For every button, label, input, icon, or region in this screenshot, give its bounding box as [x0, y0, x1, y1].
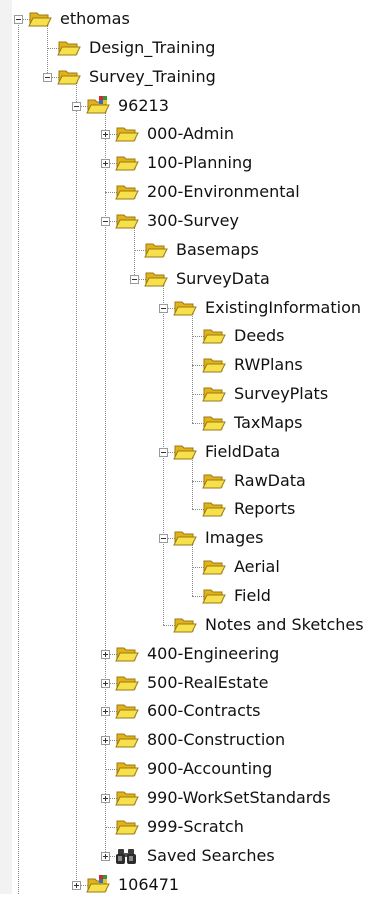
folder-tree: ethomas Design_Training Survey_Training … — [0, 0, 391, 894]
expand-toggle-icon[interactable] — [101, 851, 110, 861]
folder-open-icon — [173, 615, 197, 635]
expand-toggle-icon[interactable] — [72, 880, 81, 890]
tree-node-label[interactable]: SurveyPlats — [234, 383, 328, 405]
folder-open-icon — [202, 355, 226, 375]
tree-node-label[interactable]: TaxMaps — [234, 412, 303, 434]
tree-node-label[interactable]: SurveyData — [176, 268, 270, 290]
folder-open-icon — [57, 38, 81, 58]
folder-open-icon — [202, 499, 226, 519]
tree-node-label[interactable]: 999-Scratch — [147, 816, 244, 838]
folder-open-icon — [115, 124, 139, 144]
tree-node-label[interactable]: Basemaps — [176, 239, 259, 261]
folder-open-icon — [202, 413, 226, 433]
expand-toggle-icon[interactable] — [101, 736, 110, 746]
folder-open-icon — [144, 269, 168, 289]
folder-open-icon — [173, 442, 197, 462]
project-folder-icon — [86, 95, 110, 116]
tree-connector-line — [18, 25, 19, 894]
expand-toggle-icon[interactable] — [101, 678, 110, 688]
folder-open-icon — [115, 182, 139, 202]
folder-open-icon — [115, 211, 139, 231]
tree-node-label[interactable]: RWPlans — [234, 354, 303, 376]
project-folder-icon — [86, 874, 110, 895]
folder-open-icon — [115, 701, 139, 721]
tree-node-label[interactable]: 800-Construction — [147, 729, 285, 751]
collapse-toggle-icon[interactable] — [159, 534, 168, 544]
expand-toggle-icon[interactable] — [101, 649, 110, 659]
tree-node-label[interactable]: 200-Environmental — [147, 181, 300, 203]
folder-open-icon — [202, 557, 226, 577]
folder-open-icon — [115, 644, 139, 664]
collapse-toggle-icon[interactable] — [159, 303, 168, 313]
tree-connector-line — [192, 313, 193, 423]
folder-open-icon — [202, 326, 226, 346]
tree-connector-line — [134, 226, 135, 279]
folder-open-icon — [173, 528, 197, 548]
tree-node-label[interactable]: Notes and Sketches — [205, 614, 364, 636]
tree-node-label[interactable]: 300-Survey — [147, 210, 239, 232]
folder-open-icon — [28, 9, 52, 29]
tree-node-label[interactable]: 96213 — [118, 95, 169, 117]
expand-toggle-icon[interactable] — [101, 793, 110, 803]
tree-node-label[interactable]: FieldData — [205, 441, 280, 463]
folder-open-icon — [115, 788, 139, 808]
collapse-toggle-icon[interactable] — [14, 15, 23, 24]
tree-node-label[interactable]: 900-Accounting — [147, 758, 272, 780]
tree-node-label[interactable]: Field — [234, 585, 271, 607]
tree-node-label[interactable]: ExistingInformation — [205, 297, 361, 319]
tree-node-label[interactable]: Survey_Training — [89, 66, 216, 88]
folder-open-icon — [144, 240, 168, 260]
tree-node-label[interactable]: 000-Admin — [147, 123, 234, 145]
expand-toggle-icon[interactable] — [101, 707, 110, 717]
tree-connector-line — [76, 82, 77, 885]
tree-node-label[interactable]: Aerial — [234, 556, 280, 578]
expand-toggle-icon[interactable] — [101, 130, 110, 140]
folder-open-icon — [115, 759, 139, 779]
folder-open-icon — [173, 298, 197, 318]
tree-node-label[interactable]: 100-Planning — [147, 152, 252, 174]
folder-open-icon — [115, 153, 139, 173]
collapse-toggle-icon[interactable] — [72, 101, 81, 111]
folder-open-icon — [202, 384, 226, 404]
tree-node-label[interactable]: 400-Engineering — [147, 643, 279, 665]
folder-open-icon — [202, 471, 226, 491]
expand-toggle-icon[interactable] — [101, 159, 110, 169]
tree-node-label[interactable]: Images — [205, 527, 263, 549]
folder-open-icon — [115, 730, 139, 750]
tree-node-label[interactable]: Saved Searches — [147, 845, 275, 867]
collapse-toggle-icon[interactable] — [101, 216, 110, 226]
folder-open-icon — [115, 673, 139, 693]
tree-node-label[interactable]: ethomas — [60, 8, 130, 30]
tree-node-label[interactable]: RawData — [234, 470, 306, 492]
tree-node-label[interactable]: Reports — [234, 498, 295, 520]
tree-connector-line — [47, 25, 48, 77]
binoculars-icon — [115, 846, 139, 866]
collapse-toggle-icon[interactable] — [43, 72, 52, 82]
folder-open-icon — [57, 67, 81, 87]
tree-connector-line — [192, 544, 193, 596]
tree-node-label[interactable]: 106471 — [118, 874, 179, 896]
tree-node-label[interactable]: 600-Contracts — [147, 700, 260, 722]
tree-node-label[interactable]: 500-RealEstate — [147, 672, 268, 694]
tree-node-label[interactable]: Design_Training — [89, 37, 215, 59]
tree-node-label[interactable]: Deeds — [234, 325, 285, 347]
collapse-toggle-icon[interactable] — [130, 274, 139, 284]
folder-open-icon — [202, 586, 226, 606]
tree-connector-line — [192, 457, 193, 510]
folder-open-icon — [115, 817, 139, 837]
collapse-toggle-icon[interactable] — [159, 447, 168, 457]
tree-node-label[interactable]: 990-WorkSetStandards — [147, 787, 331, 809]
